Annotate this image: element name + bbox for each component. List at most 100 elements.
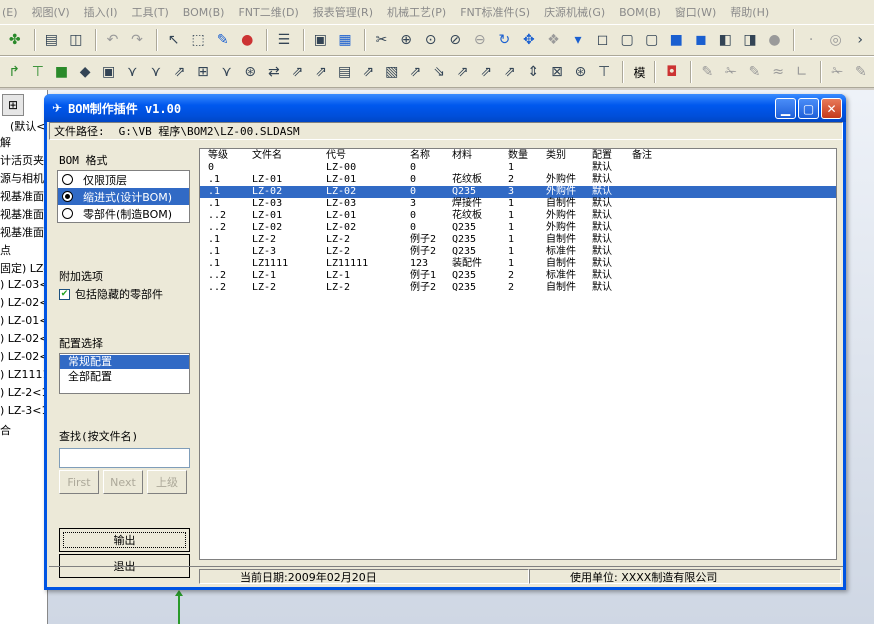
menu-item[interactable]: 机械工艺(P) <box>387 4 446 20</box>
realview-icon[interactable]: ● <box>764 29 786 51</box>
wireframe-icon[interactable]: ◻ <box>592 29 614 51</box>
first-button[interactable]: First <box>59 470 99 494</box>
menu-item[interactable]: BOM(B) <box>183 6 225 19</box>
config-list-item[interactable]: 常规配置 <box>60 355 189 369</box>
fnt-tool-16-icon[interactable]: ⇗ <box>358 61 379 83</box>
more-tools-icon[interactable]: › <box>849 29 871 51</box>
mold-toolbar-label[interactable]: 模 <box>633 64 645 81</box>
fnt-tool-2-icon[interactable]: ⊤ <box>28 61 49 83</box>
fnt-tool-19-icon[interactable]: ⇘ <box>429 61 450 83</box>
sketch-tool-6-icon[interactable]: ✁ <box>827 61 848 83</box>
sketch-tool-4-icon[interactable]: ≈ <box>768 61 789 83</box>
fnt-tool-1-icon[interactable]: ↱ <box>4 61 25 83</box>
column-header[interactable]: 代号 <box>326 150 346 162</box>
config-list-item[interactable]: 全部配置 <box>60 370 189 384</box>
fnt-tool-22-icon[interactable]: ⇗ <box>499 61 520 83</box>
section-view-icon[interactable]: ◨ <box>739 29 761 51</box>
bom-format-option[interactable]: 缩进式(设计BOM) <box>58 188 189 205</box>
fnt-tool-24-icon[interactable]: ⊠ <box>547 61 568 83</box>
table-row[interactable]: .1 LZ-02 LZ-02 0 Q235 3 外购件 默认 <box>200 186 836 198</box>
zoom-out-icon[interactable]: ⊖ <box>469 29 491 51</box>
table-row[interactable]: ..2 LZ-2 LZ-2 例子2 Q235 2 自制件 默认 <box>200 282 836 294</box>
menu-item[interactable]: FNT标准件(S) <box>460 4 530 20</box>
fnt-tool-4-icon[interactable]: ◆ <box>75 61 96 83</box>
menu-item[interactable]: (E) <box>2 6 18 19</box>
table-row[interactable]: 0 LZ-00 0 1 默认 <box>200 162 836 174</box>
dialog-titlebar[interactable]: ✈ BOM制作插件 v1.00 ▁ ▢ ✕ <box>44 94 846 122</box>
radio-button[interactable] <box>62 191 73 202</box>
views-dropdown-icon[interactable]: ▾ <box>567 29 589 51</box>
measure-icon[interactable]: ✂ <box>371 29 393 51</box>
point-icon[interactable]: · <box>800 29 822 51</box>
view-orient-icon[interactable]: ❖ <box>543 29 565 51</box>
column-header[interactable]: 数量 <box>508 150 528 162</box>
tree-item[interactable]: ) LZ-3<1 <box>0 404 47 417</box>
column-header[interactable]: 类别 <box>546 150 566 162</box>
fnt-tool-5-icon[interactable]: ▣ <box>98 61 119 83</box>
shaded-icon[interactable]: ◼ <box>690 29 712 51</box>
include-hidden-checkbox[interactable]: ✔ <box>59 288 70 300</box>
print-icon[interactable]: ▤ <box>41 29 63 51</box>
options-icon[interactable]: ☰ <box>273 29 295 51</box>
rotate-icon[interactable]: ↻ <box>494 29 516 51</box>
column-header[interactable]: 等级 <box>208 150 228 162</box>
tree-item[interactable]: 合 <box>0 422 11 438</box>
traffic-light-icon[interactable]: ● <box>237 29 259 51</box>
bom-format-option[interactable]: 零部件(制造BOM) <box>58 205 189 222</box>
tree-item[interactable]: 视基准面 <box>0 206 44 222</box>
hidden-removed-icon[interactable]: ▢ <box>641 29 663 51</box>
fnt-tool-11-icon[interactable]: ⊛ <box>240 61 261 83</box>
menu-item[interactable]: BOM(B) <box>619 6 661 19</box>
fnt-tool-12-icon[interactable]: ⇄ <box>264 61 285 83</box>
tree-item[interactable]: ) LZ-01< <box>0 314 47 327</box>
undo-icon[interactable]: ↶ <box>102 29 124 51</box>
tree-item[interactable]: 固定) LZ- <box>0 260 47 276</box>
sketch-tool-7-icon[interactable]: ✎ <box>851 61 872 83</box>
solidworks-icon[interactable]: ✤ <box>4 29 26 51</box>
fnt-tool-8-icon[interactable]: ⇗ <box>169 61 190 83</box>
zoom-in-icon[interactable]: ⊕ <box>395 29 417 51</box>
tree-default-label[interactable]: (默认< <box>10 118 46 134</box>
column-header[interactable]: 文件名 <box>252 150 282 162</box>
close-button[interactable]: ✕ <box>821 98 842 119</box>
feature-manager-icon[interactable]: ⊞ <box>2 94 24 116</box>
tree-item[interactable]: 点 <box>0 242 11 258</box>
sketch-tool-1-icon[interactable]: ✎ <box>697 61 718 83</box>
tree-item[interactable]: ) LZ-2<1 <box>0 386 47 399</box>
maximize-button[interactable]: ▢ <box>798 98 819 119</box>
table-row[interactable]: .1 LZ-01 LZ-01 0 花纹板 2 外购件 默认 <box>200 174 836 186</box>
fnt-tool-26-icon[interactable]: ⊤ <box>594 61 615 83</box>
tree-item[interactable]: ) LZ-02< <box>0 350 47 363</box>
pan-icon[interactable]: ✥ <box>518 29 540 51</box>
fnt-tool-17-icon[interactable]: ▧ <box>382 61 403 83</box>
fnt-tool-10-icon[interactable]: ⋎ <box>216 61 237 83</box>
menu-item[interactable]: 庆源机械(G) <box>544 4 605 20</box>
bom-plugin-icon[interactable]: ◘ <box>661 61 682 83</box>
zoom-area-icon[interactable]: ⊘ <box>444 29 466 51</box>
redo-icon[interactable]: ↷ <box>126 29 148 51</box>
select-pointer-icon[interactable]: ↖ <box>163 29 185 51</box>
bom-table[interactable]: 等级 文件名 代号 名称 材料 数量 类别 配置 备注 0 LZ-00 0 1 默认 .1 LZ-01 LZ-0… <box>199 148 837 560</box>
tree-item[interactable]: 视基准面 <box>0 188 44 204</box>
fnt-tool-3-icon[interactable]: ■ <box>51 61 72 83</box>
table-row[interactable]: .1 LZ-03 LZ-03 3 焊接件 1 自制件 默认 <box>200 198 836 210</box>
include-hidden-option[interactable]: ✔ 包括隐藏的零部件 <box>59 286 163 302</box>
column-header[interactable]: 名称 <box>410 150 430 162</box>
table-row[interactable]: .1 LZ-2 LZ-2 例子2 Q235 1 自制件 默认 <box>200 234 836 246</box>
fnt-tool-23-icon[interactable]: ⇕ <box>523 61 544 83</box>
menu-item[interactable]: FNT二维(D) <box>238 4 298 20</box>
tree-item[interactable]: 计活页夹 <box>0 152 44 168</box>
fnt-tool-21-icon[interactable]: ⇗ <box>476 61 497 83</box>
next-button[interactable]: Next <box>103 470 143 494</box>
column-header[interactable]: 备注 <box>632 150 652 162</box>
export-button[interactable]: 输出 <box>59 528 190 552</box>
hidden-lines-icon[interactable]: ▢ <box>616 29 638 51</box>
fnt-tool-20-icon[interactable]: ⇗ <box>452 61 473 83</box>
find-input[interactable] <box>59 448 190 468</box>
fnt-tool-25-icon[interactable]: ⊛ <box>570 61 591 83</box>
table-row[interactable]: ..2 LZ-01 LZ-01 0 花纹板 1 外购件 默认 <box>200 210 836 222</box>
tree-item[interactable]: ) LZ1111 <box>0 368 47 381</box>
table-row[interactable]: ..2 LZ-1 LZ-1 例子1 Q235 2 标准件 默认 <box>200 270 836 282</box>
menu-item[interactable]: 工具(T) <box>131 4 168 20</box>
tree-item[interactable]: 解 <box>0 134 11 150</box>
